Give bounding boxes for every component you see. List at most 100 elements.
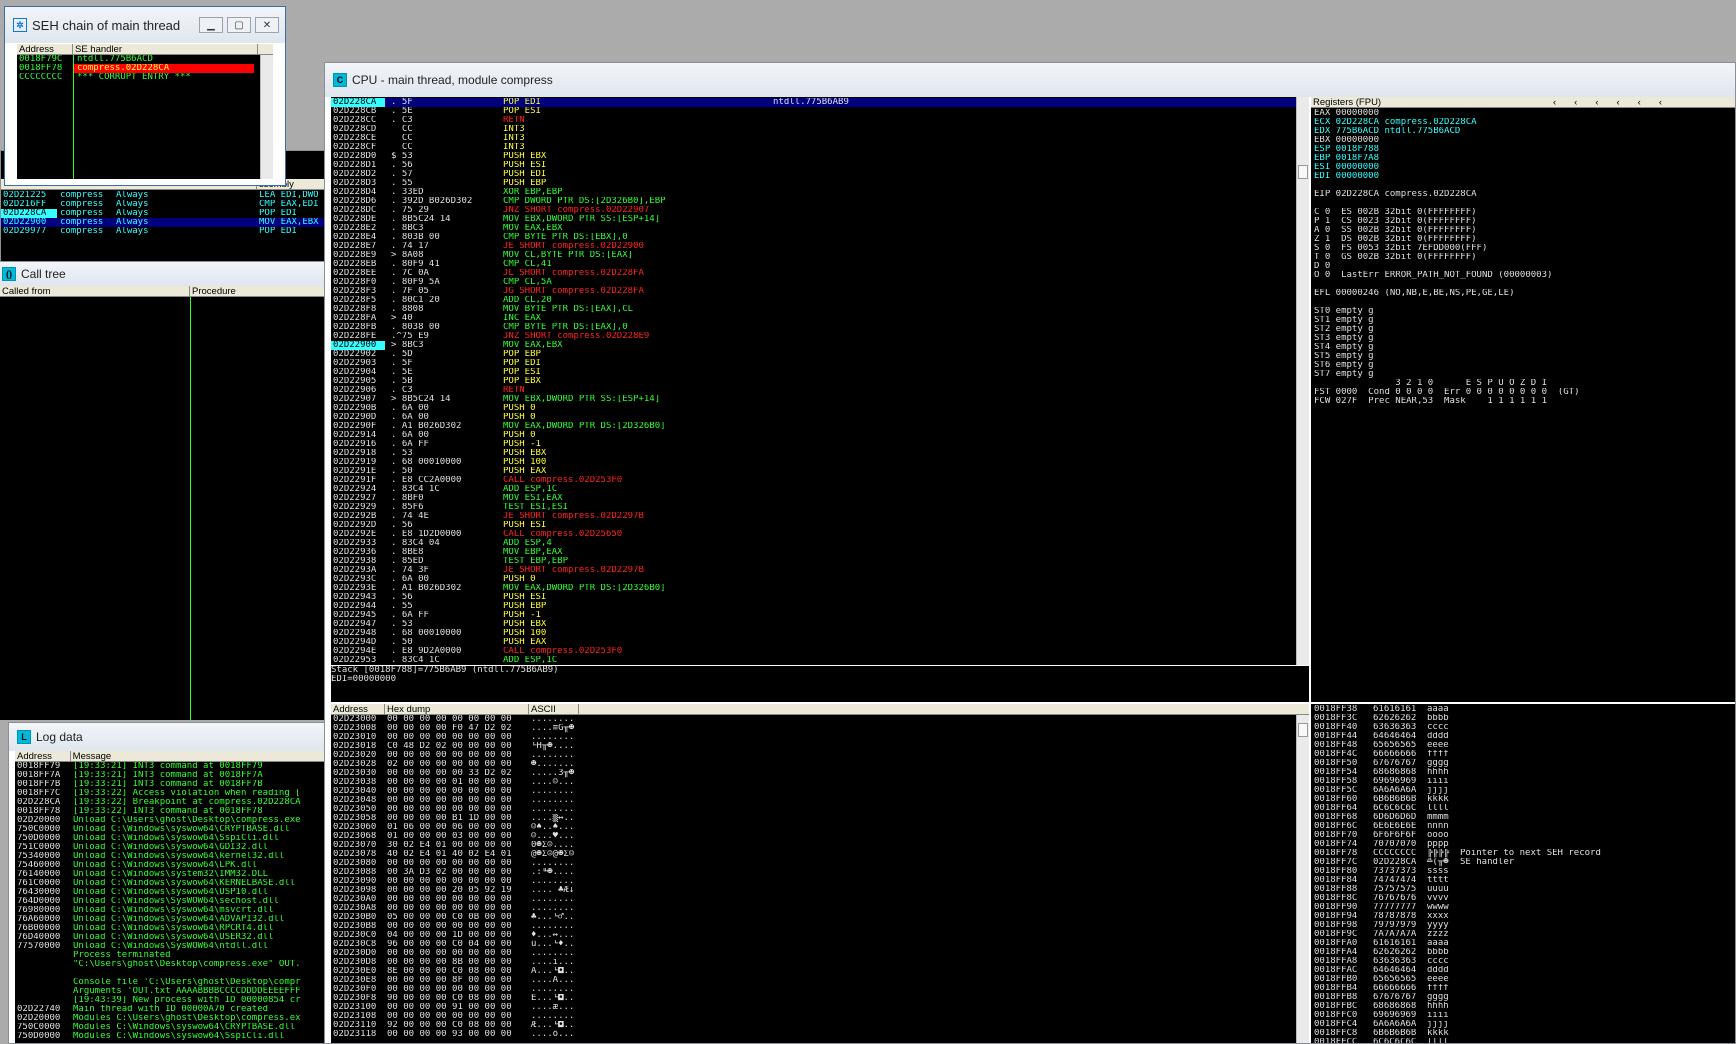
stack-row[interactable]: 0018FF58 69696969 iiii bbox=[1314, 777, 1734, 786]
disassembly-row[interactable]: 02D228F3 . 7F 05 JG SHORT compress.02D228F… bbox=[331, 287, 1309, 296]
disassembly-row[interactable]: 02D22904 . 5E POP ESI bbox=[331, 368, 1309, 377]
log-list[interactable]: 0018FF79 [19:33:21] INT3 command at 0018F… bbox=[15, 762, 329, 1041]
stack-row[interactable]: 0018FFC0 69696969 iiii bbox=[1314, 1011, 1734, 1020]
stack-row[interactable]: 0018FFA0 61616161 aaaa bbox=[1314, 939, 1734, 948]
stack-row[interactable]: 0018FF84 74747474 tttt bbox=[1314, 876, 1734, 885]
call-tree-window[interactable]: () Call tree Called from Procedure bbox=[0, 262, 330, 720]
dump-row[interactable]: 02D230C8 96 00 00 00 C0 04 00 00 û...└♦.. bbox=[331, 940, 1309, 949]
log-row[interactable]: 761C0000 Unload C:\Windows\syswow64\KERNE… bbox=[15, 879, 329, 888]
register-nav-arrows[interactable]: ‹‹‹‹‹‹ bbox=[1551, 97, 1680, 107]
disassembly-row[interactable]: 02D2291F . E8 CC2A0000 CALL compress.02D25… bbox=[331, 476, 1309, 485]
register-line[interactable]: ST7 empty g bbox=[1314, 370, 1734, 379]
register-line[interactable]: ST6 empty g bbox=[1314, 361, 1734, 370]
stack-row[interactable]: 0018FFA4 62626262 bbbb bbox=[1314, 948, 1734, 957]
stack-row[interactable]: 0018FF70 6F6F6F6F oooo bbox=[1314, 831, 1734, 840]
disassembly-row[interactable]: 02D228DC . 75 29 JNZ SHORT compress.02D229… bbox=[331, 206, 1309, 215]
disassembly-row[interactable]: 02D22916 . 6A FF PUSH -1 bbox=[331, 440, 1309, 449]
disassembly-row[interactable]: 02D228D2 . 57 PUSH EDI bbox=[331, 170, 1309, 179]
disassembly-row[interactable]: 02D22907 > 8B5C24 14 MOV EBX,DWORD PTR SS:… bbox=[331, 395, 1309, 404]
register-line[interactable] bbox=[1314, 280, 1734, 289]
log-row[interactable]: 0018FF7B [19:33:21] INT3 command at 0018F… bbox=[15, 780, 329, 789]
register-line[interactable]: EDI 00000000 bbox=[1314, 172, 1734, 181]
dump-row[interactable]: 02D23050 00 00 00 00 00 00 00 00........ bbox=[331, 805, 1309, 814]
dump-row[interactable]: 02D230A0 00 00 00 00 00 00 00 00........ bbox=[331, 895, 1309, 904]
scroll-thumb[interactable] bbox=[1298, 723, 1308, 737]
stack-row[interactable]: 0018FF60 6B6B6B6B kkkk bbox=[1314, 795, 1734, 804]
disassembly-row[interactable]: 02D2294E . E8 9D2A0000 CALL compress.02D25… bbox=[331, 647, 1309, 656]
register-line[interactable]: EBX 00000000 bbox=[1314, 136, 1734, 145]
log-row[interactable]: 02D228CA [19:33:22] Breakpoint at compres… bbox=[15, 798, 329, 807]
log-row[interactable]: 0018FF7C [19:33:22] Access violation when… bbox=[15, 789, 329, 798]
close-icon[interactable]: ✕ bbox=[255, 17, 279, 33]
disassembly-row[interactable]: 02D22947 . 53 PUSH EBX bbox=[331, 620, 1309, 629]
stack-row[interactable]: 0018FF68 6D6D6D6D mmmm bbox=[1314, 813, 1734, 822]
register-line[interactable] bbox=[1314, 181, 1734, 190]
references-list[interactable]: 02D21225 compress Always LEA EDI,DWO 02D216F… bbox=[1, 191, 329, 236]
dump-row[interactable]: 02D23038 00 00 00 00 01 00 00 00 ....☺... bbox=[331, 778, 1309, 787]
scroll-thumb[interactable] bbox=[1298, 165, 1308, 179]
dump-list[interactable]: 02D23000 00 00 00 00 00 00 00 00........ 0… bbox=[331, 715, 1309, 1039]
seh-row[interactable]: 0018F79C ntdll.775B6ACD bbox=[17, 55, 273, 64]
dump-row[interactable]: 02D23110 92 00 00 00 C0 08 00 00 Æ...└◘.. bbox=[331, 1021, 1309, 1030]
dump-pane[interactable]: Address Hex dump ASCII 02D23000 00 00 00 … bbox=[331, 704, 1309, 1043]
dump-row[interactable]: 02D23118 00 00 00 00 93 00 00 00 ....ô... bbox=[331, 1030, 1309, 1039]
stack-row[interactable]: 0018FF7C 02D228CA ╩(╥☻ SE handler bbox=[1314, 858, 1734, 867]
register-line[interactable] bbox=[1314, 199, 1734, 208]
log-row[interactable]: "C:\Users\ghost\Desktop\compress.exe" OU… bbox=[15, 960, 329, 969]
disassembly-row[interactable]: 02D2294D . 50 PUSH EAX bbox=[331, 638, 1309, 647]
log-row[interactable]: 76B00000 Unload C:\Windows\syswow64\RPCRT… bbox=[15, 924, 329, 933]
register-line[interactable]: EIP 02D228CA compress.02D228CA bbox=[1314, 190, 1734, 199]
register-line[interactable]: EAX 00000000 bbox=[1314, 109, 1734, 118]
disassembly-row[interactable]: 02D2293C . 6A 00 PUSH 0 bbox=[331, 575, 1309, 584]
disassembly-row[interactable]: 02D22943 . 56 PUSH ESI bbox=[331, 593, 1309, 602]
disassembly-row[interactable]: 02D2292B . 74 4E JE SHORT compress.02D2297… bbox=[331, 512, 1309, 521]
dump-row[interactable]: 02D230E0 8E 00 00 00 C0 08 00 00 Ä...└◘.. bbox=[331, 967, 1309, 976]
registers-header[interactable]: Registers (FPU) ‹‹‹‹‹‹ bbox=[1311, 97, 1735, 108]
dump-row[interactable]: 02D23000 00 00 00 00 00 00 00 00........ bbox=[331, 715, 1309, 724]
disassembly-row[interactable]: 02D228D1 . 56 PUSH ESI bbox=[331, 161, 1309, 170]
dump-row[interactable]: 02D23070 30 02 E4 01 00 00 00 00 0☻Σ☺.... bbox=[331, 841, 1309, 850]
log-row[interactable]: 76D40000 Unload C:\Windows\syswow64\USER3… bbox=[15, 933, 329, 942]
dump-row[interactable]: 02D230E8 00 00 00 00 8F 00 00 00 ....Å... bbox=[331, 976, 1309, 985]
stack-pane[interactable]: 0018FF38 61616161 aaaa 0018FF3C 62626262 bbbb… bbox=[1311, 704, 1735, 1043]
disassembly-row[interactable]: 02D228CA . 5F POP EDI ntdll.775B6AB9 bbox=[331, 98, 1309, 107]
dump-row[interactable]: 02D23060 01 06 00 00 06 00 00 00 ☺♠..♠... bbox=[331, 823, 1309, 832]
disassembly-row[interactable]: 02D228CF CC INT3 bbox=[331, 143, 1309, 152]
disassembly-row[interactable]: 02D2290D . 6A 00 PUSH 0 bbox=[331, 413, 1309, 422]
dump-row[interactable]: 02D23030 00 00 00 00 00 33 D2 02 .....3╥☻ bbox=[331, 769, 1309, 778]
cpu-titlebar[interactable]: C CPU - main thread, module compress bbox=[325, 63, 1735, 97]
stack-row[interactable]: 0018FF48 65656565 eeee bbox=[1314, 741, 1734, 750]
disassembly-row[interactable]: 02D22933 . 83C4 04 ADD ESP,4 bbox=[331, 539, 1309, 548]
stack-row[interactable]: 0018FF74 70707070 pppp bbox=[1314, 840, 1734, 849]
log-row[interactable]: 750C0000 Unload C:\Windows\syswow64\CRYPT… bbox=[15, 825, 329, 834]
seh-chain-window[interactable]: ✲ SEH chain of main thread ▁ ▢ ✕ Address… bbox=[4, 6, 286, 186]
stack-row[interactable]: 0018FF80 73737373 ssss bbox=[1314, 867, 1734, 876]
stack-row[interactable]: 0018FF98 79797979 yyyy bbox=[1314, 921, 1734, 930]
log-row[interactable]: 76430000 Unload C:\Windows\syswow64\USP10… bbox=[15, 888, 329, 897]
log-row[interactable]: 75340000 Unload C:\Windows\syswow64\kerne… bbox=[15, 852, 329, 861]
dump-row[interactable]: 02D230F0 00 00 00 00 00 00 00 00........ bbox=[331, 985, 1309, 994]
stack-list[interactable]: 0018FF38 61616161 aaaa 0018FF3C 62626262 bbbb… bbox=[1311, 704, 1735, 1043]
log-row[interactable]: 0018FF78 [19:33:22] INT3 command at 0018F… bbox=[15, 807, 329, 816]
stack-row[interactable]: 0018FF6C 6E6E6E6E nnnn bbox=[1314, 822, 1734, 831]
reference-row[interactable]: 02D216FF compress Always CMP EAX,EDI bbox=[1, 200, 329, 209]
register-line[interactable]: ESI 00000000 bbox=[1314, 163, 1734, 172]
disassembly-row[interactable]: 02D228FB . 8038 00 CMP BYTE PTR DS:[EAX],0 bbox=[331, 323, 1309, 332]
seh-row[interactable]: CCCCCCCC *** CORRUPT ENTRY *** bbox=[17, 73, 273, 82]
log-row[interactable] bbox=[15, 969, 329, 978]
disassembly-row[interactable]: 02D228D6 . 392D B026D302 CMP DWORD PTR DS:… bbox=[331, 197, 1309, 206]
disassembly-row[interactable]: 02D22945 . 6A FF PUSH -1 bbox=[331, 611, 1309, 620]
dump-row[interactable]: 02D23108 00 00 00 00 00 00 00 00........ bbox=[331, 1012, 1309, 1021]
register-line[interactable]: 3 2 1 0 E S P U O Z D I bbox=[1314, 379, 1734, 388]
register-line[interactable]: S 0 FS 0053 32bit 7EFDD000(FFF) bbox=[1314, 244, 1734, 253]
stack-row[interactable]: 0018FFB4 66666666 ffff bbox=[1314, 984, 1734, 993]
disassembly-row[interactable]: 02D228CD CC INT3 bbox=[331, 125, 1309, 134]
log-row[interactable]: 750C0000 Modules C:\Windows\syswow64\CRYP… bbox=[15, 1023, 329, 1032]
reference-row[interactable]: 02D228CA compress Always POP EDI bbox=[1, 209, 329, 218]
disassembly-row[interactable]: 02D2292E . E8 1D2D0000 CALL compress.02D25… bbox=[331, 530, 1309, 539]
dump-row[interactable]: 02D23078 40 02 E4 01 40 02 E4 01 @☻Σ☺@☻Σ☺ bbox=[331, 850, 1309, 859]
register-line[interactable]: ECX 02D228CA compress.02D228CA bbox=[1314, 118, 1734, 127]
stack-row[interactable]: 0018FF88 75757575 uuuu bbox=[1314, 885, 1734, 894]
stack-row[interactable]: 0018FF5C 6A6A6A6A jjjj bbox=[1314, 786, 1734, 795]
dump-row[interactable]: 02D23068 01 00 00 00 03 00 00 00 ☺...♥... bbox=[331, 832, 1309, 841]
